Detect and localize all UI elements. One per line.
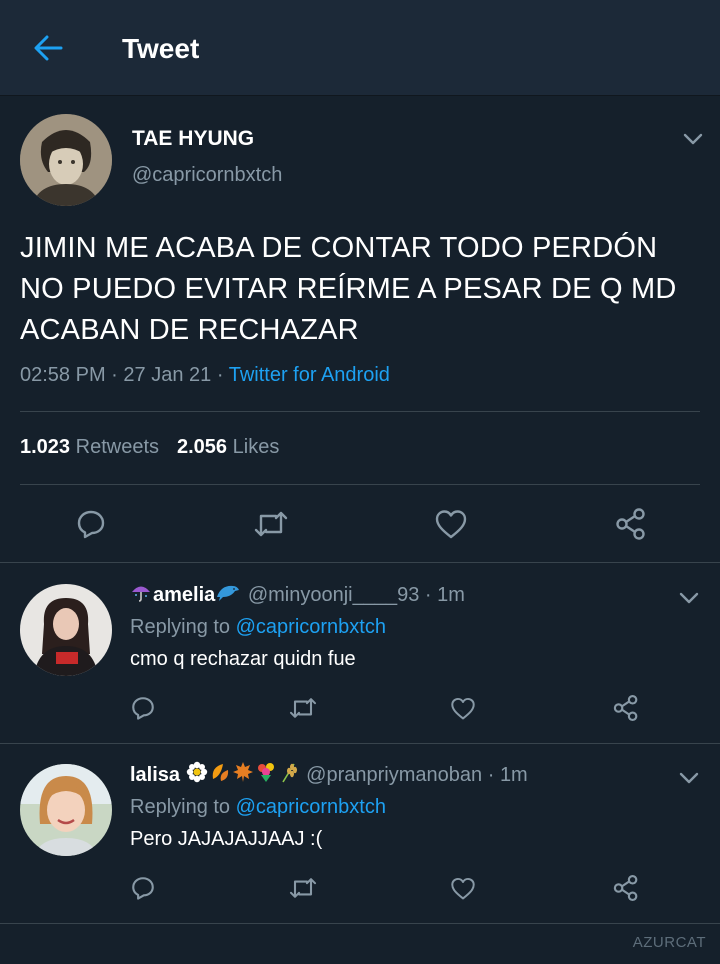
reply-button[interactable] <box>126 872 160 904</box>
tweet-text: JIMIN ME ACABA DE CONTAR TODO PERDÓN NO … <box>20 232 677 346</box>
back-button[interactable] <box>30 32 66 64</box>
tweet-stats: 1.023 Retweets 2.056 Likes <box>20 436 279 459</box>
leaf-emoji <box>212 764 228 781</box>
share-button[interactable] <box>609 872 643 904</box>
back-arrow-icon <box>34 35 63 61</box>
tweet-time: 02:58 PM <box>20 364 106 386</box>
umbrella-emoji <box>132 586 150 602</box>
reply-author[interactable]: amelia <box>130 584 242 606</box>
wheat-emoji <box>281 763 297 783</box>
share-icon <box>616 508 645 540</box>
chevron-down-icon <box>679 592 699 604</box>
reply-options-button[interactable] <box>677 766 701 790</box>
likes-label: Likes <box>232 436 280 458</box>
top-bar: Tweet <box>0 0 720 96</box>
chevron-down-icon <box>683 133 703 145</box>
divider <box>20 484 700 485</box>
reply-separator: · <box>487 764 495 786</box>
like-icon <box>451 697 475 719</box>
reply-button[interactable] <box>70 504 112 544</box>
reply-handle[interactable]: @minyoonji____93 <box>248 584 420 606</box>
meta-separator: · <box>111 364 118 386</box>
bouquet-emoji <box>257 763 274 782</box>
replying-to-mention[interactable]: @capricornbxtch <box>236 616 386 638</box>
chevron-down-icon <box>679 772 699 784</box>
reply-text: cmo q rechazar quidn fue <box>130 648 356 670</box>
replying-to: Replying to @capricornbxtch <box>130 616 386 639</box>
divider <box>20 411 700 412</box>
retweets-label: Retweets <box>75 436 159 458</box>
dolphin-emoji <box>217 585 240 601</box>
user-handle[interactable]: @capricornbxtch <box>132 164 282 187</box>
reply-icon <box>77 510 105 539</box>
reply-button[interactable] <box>126 692 160 724</box>
replying-prefix: Replying to <box>130 616 231 638</box>
retweet-button[interactable] <box>250 504 292 544</box>
share-button[interactable] <box>609 692 643 724</box>
share-button[interactable] <box>610 504 652 544</box>
retweet-button[interactable] <box>286 692 320 724</box>
like-button[interactable] <box>446 692 480 724</box>
likes-count: 2.056 <box>177 436 228 458</box>
avatar[interactable] <box>20 114 112 206</box>
reply-time: 1m <box>437 584 465 606</box>
likes-stat[interactable]: 2.056 Likes <box>177 436 279 458</box>
reply-header: amelia @minyoonji____93 · 1m <box>130 581 465 607</box>
replying-to: Replying to @capricornbxtch <box>130 796 386 819</box>
avatar[interactable] <box>20 764 112 856</box>
reply-separator: · <box>424 584 432 606</box>
reply-tweet[interactable]: lalisa @pranpriymanoban · 1m Replying to… <box>0 744 720 924</box>
reply-author-name: lalisa <box>130 764 181 786</box>
like-icon <box>435 510 467 539</box>
display-name[interactable]: TAE HYUNG <box>132 127 254 151</box>
maple-emoji <box>232 762 253 782</box>
retweet-button[interactable] <box>286 872 320 904</box>
like-icon <box>451 877 475 899</box>
share-icon <box>613 694 638 722</box>
tweet-source-link[interactable]: Twitter for Android <box>229 364 390 386</box>
retweet-icon <box>289 878 317 898</box>
tweet-meta: 02:58 PM · 27 Jan 21 · Twitter for Andro… <box>20 364 390 387</box>
retweets-count: 1.023 <box>20 436 71 458</box>
like-button[interactable] <box>430 504 472 544</box>
retweets-stat[interactable]: 1.023 Retweets <box>20 436 159 458</box>
main-tweet: TAE HYUNG @capricornbxtch JIMIN ME ACABA… <box>0 96 720 563</box>
reply-handle[interactable]: @pranpriymanoban <box>306 764 482 786</box>
reply-time: 1m <box>499 764 528 786</box>
flower-emoji <box>186 761 207 783</box>
reply-header: lalisa @pranpriymanoban · 1m <box>130 761 528 787</box>
retweet-icon <box>289 698 317 718</box>
reply-options-button[interactable] <box>677 586 701 610</box>
reply-icon <box>132 877 154 900</box>
watermark: AZURCAT <box>632 934 706 951</box>
avatar[interactable] <box>20 584 112 676</box>
like-button[interactable] <box>446 872 480 904</box>
replying-to-mention[interactable]: @capricornbxtch <box>236 796 386 818</box>
page-title: Tweet <box>122 33 200 64</box>
reply-author-name: amelia <box>153 584 216 606</box>
reply-icon <box>132 697 154 720</box>
replying-prefix: Replying to <box>130 796 231 818</box>
reply-text: Pero JAJAJAJJAAJ :( <box>130 828 323 850</box>
tweet-date: 27 Jan 21 <box>123 364 212 386</box>
reply-tweet[interactable]: amelia @minyoonji____93 · 1m Replying to… <box>0 564 720 744</box>
retweet-icon <box>254 511 288 537</box>
meta-separator: · <box>216 364 224 386</box>
tweet-options-button[interactable] <box>681 127 705 151</box>
share-icon <box>613 874 638 902</box>
reply-author[interactable]: lalisa <box>130 761 301 786</box>
